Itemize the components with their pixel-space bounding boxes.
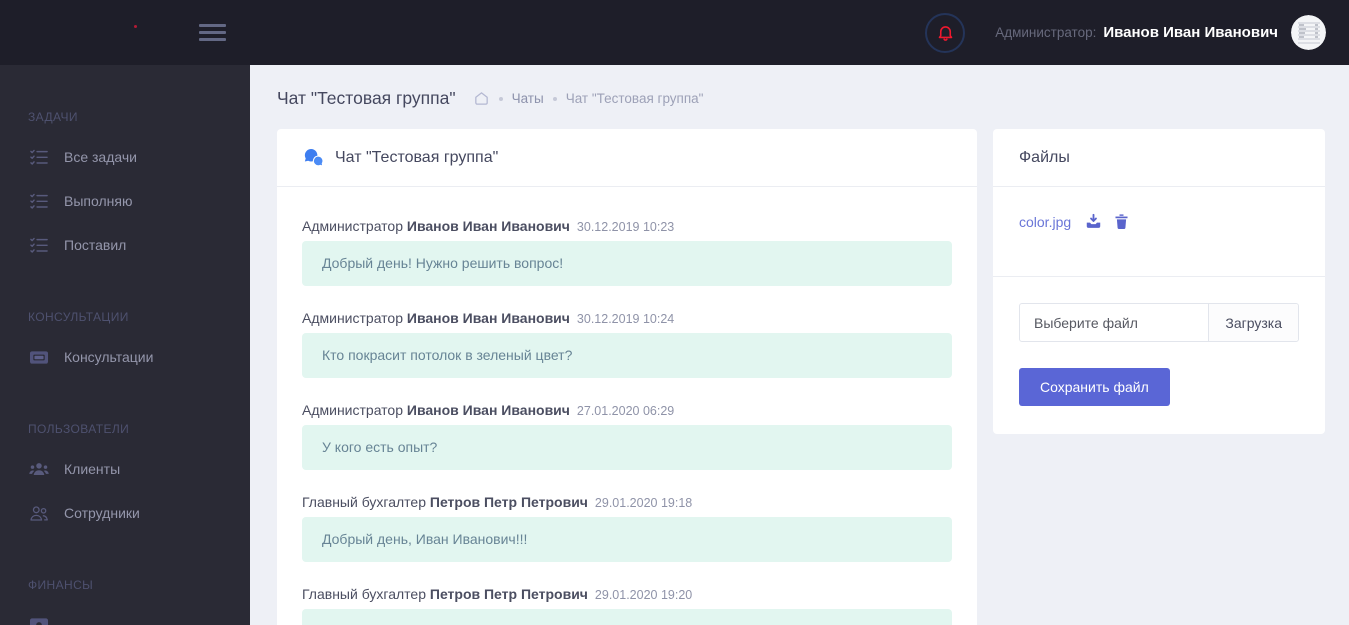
- chat-title: Чат "Тестовая группа": [335, 148, 499, 166]
- breadcrumb-separator: [498, 96, 503, 101]
- money-icon: [28, 615, 49, 625]
- sidebar-item-label: Сотрудники: [64, 505, 140, 521]
- sidebar-nav: ЗАДАЧИ Все задачи Выполняю Поставил КОНСУЛЬТ…: [0, 99, 250, 625]
- message-author-role: Главный бухгалтер: [302, 494, 430, 510]
- sidebar-item-label: Клиенты: [64, 461, 121, 477]
- breadcrumb-link-chats[interactable]: Чаты: [512, 91, 544, 106]
- browse-button[interactable]: Загрузка: [1208, 304, 1298, 341]
- chat-message: Администратор Иванов Иван Иванович 27.01.…: [302, 402, 952, 470]
- message-bubble: У кого есть опыт?: [302, 425, 952, 470]
- user-avatar[interactable]: [1291, 15, 1326, 50]
- message-timestamp: 30.12.2019 10:24: [576, 312, 675, 326]
- file-row: color.jpg: [1019, 213, 1299, 230]
- page-title: Чат "Тестовая группа": [277, 88, 456, 108]
- sidebar-section: ФИНАНСЫ: [0, 567, 250, 625]
- task-list-icon: [28, 191, 49, 211]
- file-input[interactable]: Выберите файл Загрузка: [1019, 303, 1299, 342]
- sidebar-item-label: Все задачи: [64, 149, 137, 165]
- breadcrumb-current: Чат "Тестовая группа": [565, 91, 704, 106]
- sidebar-item-finance[interactable]: [0, 603, 250, 625]
- ticket-icon: [28, 347, 49, 367]
- sidebar: ЗАДАЧИ Все задачи Выполняю Поставил КОНСУЛЬТ…: [0, 65, 250, 625]
- files-panel-header: Файлы: [993, 129, 1325, 187]
- message-author-name: Петров Петр Петрович: [429, 494, 588, 510]
- sidebar-item-assigned[interactable]: Поставил: [0, 223, 250, 267]
- sidebar-item-clients[interactable]: Клиенты: [0, 447, 250, 491]
- message-timestamp: 27.01.2020 06:29: [576, 404, 675, 418]
- users-group-icon: [28, 459, 49, 479]
- message-bubble: Кто покрасит потолок в зеленый цвет?: [302, 333, 952, 378]
- sidebar-item-employees[interactable]: Сотрудники: [0, 491, 250, 535]
- chat-bubbles-icon: [303, 148, 324, 167]
- notifications-button[interactable]: [925, 12, 966, 53]
- files-title: Файлы: [1019, 148, 1070, 166]
- chat-message: Главный бухгалтер Петров Петр Петрович 29…: [302, 586, 952, 625]
- chat-message: Главный бухгалтер Петров Петр Петрович 29…: [302, 494, 952, 562]
- sidebar-item-consultations[interactable]: Консультации: [0, 335, 250, 379]
- admin-name: Иванов Иван Иванович: [1103, 24, 1278, 41]
- message-author-role: Администратор: [302, 310, 407, 326]
- chat-message: Администратор Иванов Иван Иванович 30.12.…: [302, 218, 952, 286]
- message-author-role: Администратор: [302, 218, 407, 234]
- download-file-button[interactable]: [1085, 213, 1102, 230]
- sidebar-item-performing[interactable]: Выполняю: [0, 179, 250, 223]
- message-timestamp: 29.01.2020 19:18: [594, 496, 693, 510]
- sidebar-item-label: Поставил: [64, 237, 127, 253]
- task-list-icon: [28, 147, 49, 167]
- home-icon[interactable]: [473, 90, 490, 107]
- message-header: Главный бухгалтер Петров Петр Петрович 29…: [302, 586, 952, 602]
- message-author-name: Иванов Иван Иванович: [406, 218, 570, 234]
- people-outline-icon: [28, 503, 49, 523]
- sidebar-section: ЗАДАЧИ Все задачи Выполняю Поставил: [0, 99, 250, 267]
- bell-icon: [936, 23, 955, 42]
- message-author-role: Администратор: [302, 402, 407, 418]
- message-header: Администратор Иванов Иван Иванович 30.12.…: [302, 310, 952, 326]
- message-header: Администратор Иванов Иван Иванович 30.12.…: [302, 218, 952, 234]
- sidebar-section-title: ПОЛЬЗОВАТЕЛИ: [28, 422, 130, 436]
- message-author-name: Иванов Иван Иванович: [406, 310, 570, 326]
- message-author-role: Главный бухгалтер: [302, 586, 430, 602]
- message-author-name: Петров Петр Петрович: [429, 586, 588, 602]
- sidebar-section-title: КОНСУЛЬТАЦИИ: [28, 310, 129, 324]
- file-link[interactable]: color.jpg: [1019, 214, 1071, 230]
- message-header: Администратор Иванов Иван Иванович 27.01.…: [302, 402, 952, 418]
- topbar-right: Администратор: Иванов Иван Иванович: [925, 12, 1349, 53]
- chat-panel-header: Чат "Тестовая группа": [277, 129, 977, 187]
- sidebar-toggle-button[interactable]: [199, 20, 226, 45]
- file-input-placeholder: Выберите файл: [1034, 314, 1138, 331]
- sidebar-section: ПОЛЬЗОВАТЕЛИ Клиенты Сотрудники: [0, 411, 250, 535]
- message-bubble: [302, 609, 952, 625]
- message-header: Главный бухгалтер Петров Петр Петрович 29…: [302, 494, 952, 510]
- save-file-button[interactable]: Сохранить файл: [1019, 368, 1170, 406]
- chat-message: Администратор Иванов Иван Иванович 30.12.…: [302, 310, 952, 378]
- sidebar-item-all-tasks[interactable]: Все задачи: [0, 135, 250, 179]
- delete-file-button[interactable]: [1113, 213, 1130, 230]
- admin-role-label: Администратор:: [995, 25, 1097, 40]
- breadcrumb: Чат "Тестовая группа" Чаты Чат "Тестовая…: [277, 65, 1325, 129]
- sidebar-item-label: Выполняю: [64, 193, 133, 209]
- message-author-name: Иванов Иван Иванович: [406, 402, 570, 418]
- topbar: Администратор: Иванов Иван Иванович: [0, 0, 1349, 65]
- message-bubble: Добрый день! Нужно решить вопрос!: [302, 241, 952, 286]
- message-timestamp: 29.01.2020 19:20: [594, 588, 693, 602]
- content-area: Чат "Тестовая группа" Чаты Чат "Тестовая…: [250, 65, 1349, 625]
- sidebar-section: КОНСУЛЬТАЦИИ Консультации: [0, 299, 250, 379]
- sidebar-section-title: ЗАДАЧИ: [28, 110, 78, 124]
- logo-dot: [134, 25, 137, 28]
- breadcrumb-separator: [552, 96, 557, 101]
- files-panel: Файлы color.jpg Выберите файл Загрузка С…: [993, 129, 1325, 434]
- sidebar-section-title: ФИНАНСЫ: [28, 578, 94, 592]
- chat-messages: Администратор Иванов Иван Иванович 30.12.…: [277, 187, 977, 625]
- sidebar-item-label: Консультации: [64, 349, 154, 365]
- files-list: color.jpg: [993, 187, 1325, 277]
- chat-panel: Чат "Тестовая группа" Администратор Иван…: [277, 129, 977, 625]
- message-timestamp: 30.12.2019 10:23: [576, 220, 675, 234]
- upload-section: Выберите файл Загрузка Сохранить файл: [993, 277, 1325, 434]
- message-bubble: Добрый день, Иван Иванович!!!: [302, 517, 952, 562]
- task-list-icon: [28, 235, 49, 255]
